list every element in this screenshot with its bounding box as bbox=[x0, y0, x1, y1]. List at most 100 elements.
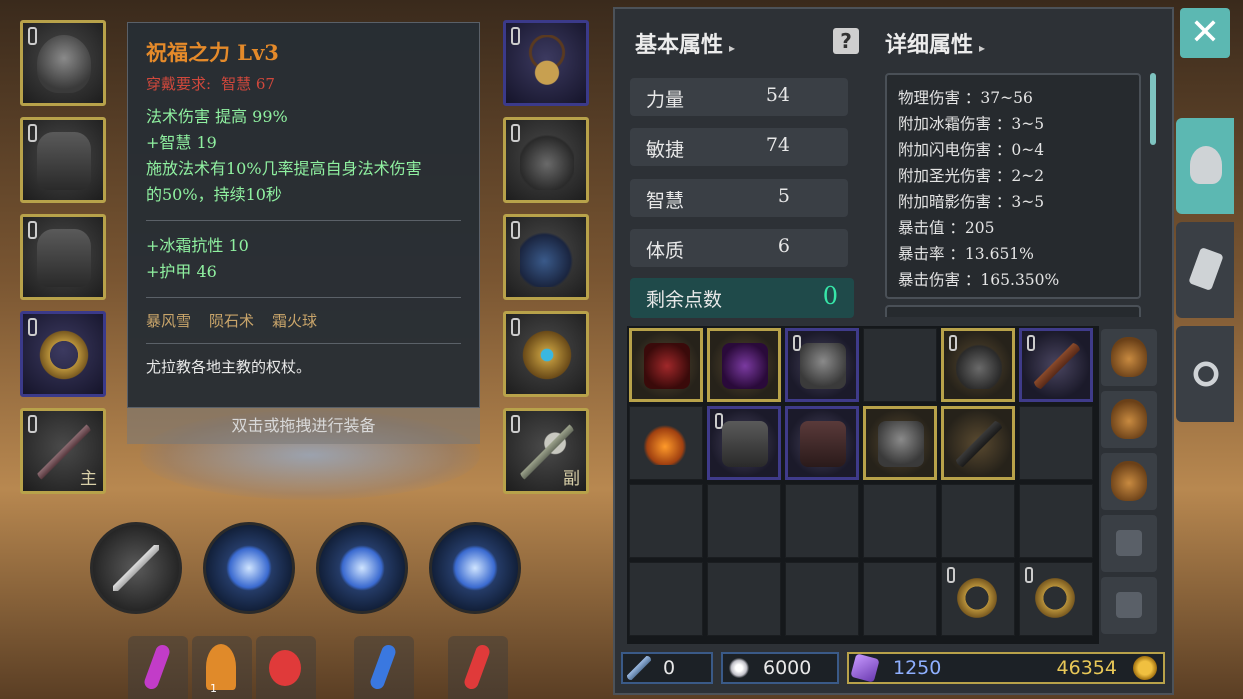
inventory-slot-empty[interactable] bbox=[707, 484, 781, 558]
dash-icon bbox=[452, 545, 498, 591]
inventory-slot[interactable] bbox=[863, 406, 937, 480]
inventory-slot-empty[interactable] bbox=[941, 484, 1015, 558]
inventory-slot[interactable] bbox=[1019, 328, 1093, 402]
inventory-slot[interactable] bbox=[707, 406, 781, 480]
equip-slot-off-hand[interactable]: 副 bbox=[503, 408, 589, 494]
item-skills: 暴风雪 陨石术 霜火球 bbox=[146, 310, 461, 331]
stat-wisdom: 智慧 5 bbox=[630, 179, 848, 217]
item-stat-line: 施放法术有10%几率提高自身法术伤害 bbox=[146, 159, 422, 178]
inventory-grid bbox=[627, 326, 1099, 644]
bag-slot[interactable] bbox=[1101, 453, 1157, 510]
potion-slot[interactable] bbox=[128, 636, 188, 699]
gold-coin-icon bbox=[1133, 656, 1157, 680]
bag-slot-empty[interactable] bbox=[1101, 577, 1157, 634]
inventory-slot-empty[interactable] bbox=[629, 484, 703, 558]
inventory-slot-empty[interactable] bbox=[863, 328, 937, 402]
item-stat-line: 法术伤害 提高 99% bbox=[146, 107, 288, 126]
item-stat-line: +智慧 19 bbox=[146, 133, 217, 152]
basic-attributes-header[interactable]: 基本属性 ▸ bbox=[635, 27, 735, 59]
potion-slot[interactable] bbox=[354, 636, 414, 699]
helmet-icon bbox=[37, 35, 91, 93]
inventory-slot[interactable] bbox=[1019, 562, 1093, 636]
inventory-slot-empty[interactable] bbox=[863, 484, 937, 558]
bag-slot[interactable] bbox=[1101, 329, 1157, 386]
detail-attributes-next bbox=[885, 305, 1141, 317]
stat-value: 74 bbox=[765, 134, 790, 156]
tab-settings[interactable] bbox=[1176, 326, 1234, 422]
item-tooltip: 祝福之力 Lv3 穿戴要求: 智慧 67 法术伤害 提高 99% +智慧 19 施… bbox=[127, 22, 480, 408]
equip-slot-main-hand[interactable]: 主 bbox=[20, 408, 106, 494]
item-stat-line: +护甲 46 bbox=[146, 262, 217, 281]
amulet-icon bbox=[520, 35, 574, 93]
heart-gem-icon bbox=[727, 656, 751, 680]
ice-burst-icon bbox=[226, 545, 272, 591]
tab-gloves[interactable] bbox=[1176, 222, 1234, 318]
pouch-icon bbox=[1111, 399, 1147, 439]
stat-label: 体质 bbox=[646, 240, 685, 262]
detail-attributes-list[interactable]: 物理伤害 ：37~56 附加冰霜伤害 ：3~5 附加闪电伤害 ：0~4 附加圣光… bbox=[885, 73, 1141, 299]
currency-gem: 6000 bbox=[721, 652, 839, 684]
inventory-slot[interactable] bbox=[629, 406, 703, 480]
inventory-slot-empty[interactable] bbox=[863, 562, 937, 636]
item-skill: 暴风雪 bbox=[146, 312, 192, 330]
requirement-label: 穿戴要求: bbox=[146, 75, 212, 93]
currency-crystal: 0 bbox=[621, 652, 713, 684]
close-button[interactable]: ✕ bbox=[1180, 8, 1230, 58]
currency-value: 0 bbox=[663, 657, 676, 679]
potion-slot[interactable] bbox=[256, 636, 316, 699]
detail-scrollbar[interactable] bbox=[1150, 73, 1156, 145]
bag-slot-empty[interactable] bbox=[1101, 515, 1157, 572]
inventory-slot[interactable] bbox=[941, 328, 1015, 402]
potion-slot[interactable] bbox=[448, 636, 508, 699]
help-button[interactable]: ? bbox=[833, 28, 859, 54]
inventory-slot[interactable] bbox=[707, 328, 781, 402]
lock-icon bbox=[28, 124, 37, 142]
equip-slot-amulet[interactable] bbox=[503, 20, 589, 106]
skill-button-attack[interactable] bbox=[90, 522, 182, 614]
inventory-slot-empty[interactable] bbox=[1019, 406, 1093, 480]
inventory-slot[interactable] bbox=[941, 406, 1015, 480]
inventory-slot-empty[interactable] bbox=[629, 562, 703, 636]
inventory-slot-empty[interactable] bbox=[785, 484, 859, 558]
equip-slot-ring-left[interactable] bbox=[20, 311, 106, 397]
currency-bar: 0 6000 1250 46354 bbox=[621, 652, 1168, 686]
pouch-icon bbox=[1111, 461, 1147, 501]
equip-slot-shoulder[interactable] bbox=[20, 117, 106, 203]
inventory-slot[interactable] bbox=[785, 328, 859, 402]
leather-armor-icon bbox=[800, 421, 846, 467]
ring-icon bbox=[37, 326, 91, 384]
caret-icon: ▸ bbox=[729, 41, 736, 55]
item-stat-line: 的50%，持续10秒 bbox=[146, 185, 282, 204]
skill-button-dash[interactable] bbox=[429, 522, 521, 614]
inventory-slot[interactable] bbox=[941, 562, 1015, 636]
equip-slot-helmet[interactable] bbox=[20, 20, 106, 106]
inventory-slot-empty[interactable] bbox=[707, 562, 781, 636]
inventory-slot[interactable] bbox=[629, 328, 703, 402]
inventory-slot-empty[interactable] bbox=[785, 562, 859, 636]
stat-constitution: 体质 6 bbox=[630, 229, 848, 267]
empty-bag-icon bbox=[1116, 592, 1142, 618]
stat-label: 剩余点数 bbox=[646, 289, 723, 311]
tab-equipment[interactable] bbox=[1176, 118, 1234, 214]
detail-line: 附加圣光伤害 ：2~2 bbox=[898, 167, 1045, 185]
skill-button-frost[interactable] bbox=[316, 522, 408, 614]
lock-icon bbox=[511, 221, 520, 239]
item-description: 尤拉教各地主教的权杖。 bbox=[146, 358, 312, 376]
detail-attributes-title: 详细属性 bbox=[885, 32, 974, 58]
stat-strength: 力量 54 bbox=[630, 78, 848, 116]
chest-armor-icon bbox=[722, 421, 768, 467]
ring-icon bbox=[954, 575, 1000, 621]
detail-attributes-header[interactable]: 详细属性 ▸ bbox=[885, 27, 985, 59]
equip-slot-chest[interactable] bbox=[20, 214, 106, 300]
skill-button-blizzard[interactable] bbox=[203, 522, 295, 614]
dark-sword-icon bbox=[956, 421, 1002, 467]
attribute-panel: 基本属性 ▸ ? 详细属性 ▸ 力量 54 敏捷 74 智慧 5 体质 6 剩余点数 0 物理… bbox=[613, 7, 1174, 695]
equip-slot-ring-right[interactable] bbox=[503, 311, 589, 397]
detail-line: 物理伤害 ：37~56 bbox=[898, 89, 1033, 107]
equip-slot-boots[interactable] bbox=[503, 214, 589, 300]
inventory-slot-empty[interactable] bbox=[1019, 484, 1093, 558]
equip-slot-gloves[interactable] bbox=[503, 117, 589, 203]
inventory-slot[interactable] bbox=[785, 406, 859, 480]
bag-slot[interactable] bbox=[1101, 391, 1157, 448]
potion-slot[interactable]: 1 bbox=[192, 636, 252, 699]
